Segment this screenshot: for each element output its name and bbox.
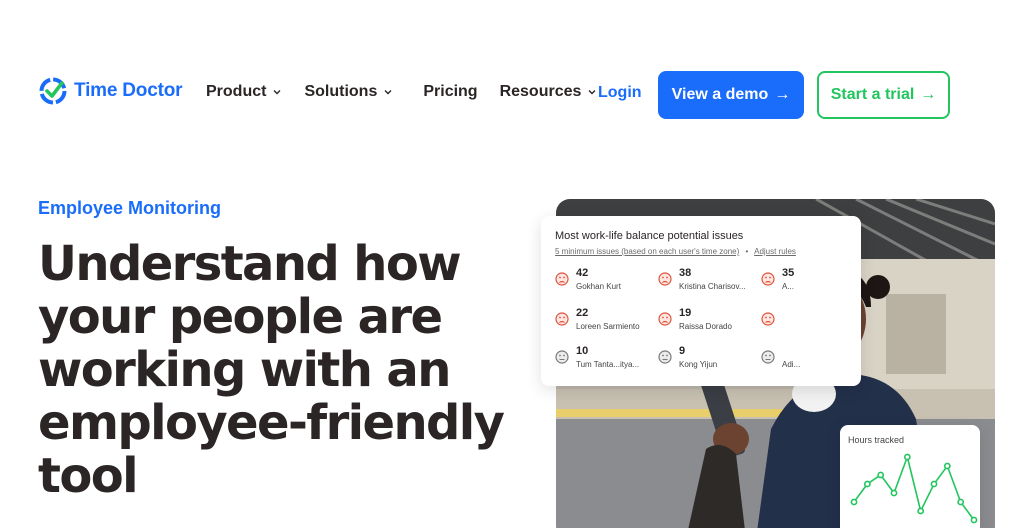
nav-product-label: Product [206, 83, 267, 100]
issue-count: 9 [679, 345, 686, 357]
subtitle-separator: • [745, 247, 749, 256]
nav-pricing-label: Pricing [423, 83, 478, 100]
sad-face-icon [761, 272, 775, 286]
hours-data-point [903, 453, 911, 461]
issue-item [761, 307, 861, 337]
hours-tracked-sparkline [850, 453, 978, 524]
hours-data-point [930, 480, 938, 488]
neutral-face-icon [761, 350, 775, 364]
main-nav: Product Solutions Pricing Resources [206, 83, 619, 101]
issues-card-title: Most work-life balance potential issues [555, 230, 744, 242]
nav-resources[interactable]: Resources [500, 83, 598, 101]
sad-face-icon [555, 312, 569, 326]
chevron-down-icon [273, 90, 281, 95]
nav-solutions[interactable]: Solutions [304, 83, 393, 101]
hours-series-line [853, 454, 975, 521]
issue-item: 19 Raissa Dorado [658, 307, 768, 337]
logo-text: Time Doctor [74, 80, 183, 101]
hours-data-point [917, 507, 925, 515]
nav-resources-label: Resources [499, 83, 582, 100]
work-life-issues-card: Most work-life balance potential issues … [541, 216, 861, 386]
hours-data-point [863, 480, 871, 488]
arrow-right-icon: → [774, 86, 791, 103]
issue-item: 42 Gokhan Kurt [555, 267, 665, 297]
login-link[interactable]: Login [598, 84, 642, 102]
nav-pricing[interactable]: Pricing [423, 83, 477, 101]
issue-count: 42 [576, 267, 589, 279]
issue-item: Adi... [761, 345, 861, 375]
issue-user-name: Kristina Charisov... [679, 282, 746, 291]
issue-item: 10 Tum Tanta...itya... [555, 345, 665, 375]
hours-data-point [957, 498, 965, 506]
site-header: Time Doctor Product Solutions Pricing Re… [0, 0, 1024, 150]
nav-product[interactable]: Product [206, 83, 282, 101]
issue-user-name: Kong Yijun [679, 360, 718, 369]
neutral-face-icon [555, 350, 569, 364]
sad-face-icon [658, 272, 672, 286]
hours-data-point [850, 498, 858, 506]
adjust-rules-link[interactable]: Adjust rules [754, 247, 796, 256]
hours-tracked-card: Hours tracked [840, 425, 980, 528]
start-trial-label: Start a trial [830, 86, 915, 103]
start-trial-button[interactable]: Start a trial → [817, 71, 950, 119]
issue-count: 19 [679, 307, 692, 319]
chevron-down-icon [384, 90, 392, 95]
issue-user-name: Adi... [782, 360, 801, 369]
issue-item: 22 Loreen Sarmiento [555, 307, 665, 337]
time-doctor-logo-icon [39, 77, 67, 105]
issue-count: 38 [679, 267, 692, 279]
issue-user-name: Gokhan Kurt [576, 282, 621, 291]
sad-face-icon [761, 312, 775, 326]
issue-item: 38 Kristina Charisov... [658, 267, 768, 297]
issue-user-name: Tum Tanta...itya... [576, 360, 640, 369]
hours-tracked-title: Hours tracked [848, 435, 905, 445]
hero-eyebrow: Employee Monitoring [38, 198, 222, 218]
hours-data-point [877, 471, 885, 479]
view-demo-button[interactable]: View a demo → [658, 71, 804, 119]
issue-count: 35 [782, 267, 795, 279]
logo-link[interactable]: Time Doctor [38, 76, 183, 106]
hero-headline: Understand how your people are working w… [38, 236, 505, 504]
issue-user-name: Raissa Dorado [679, 322, 732, 331]
hours-data-point [943, 462, 951, 470]
neutral-face-icon [658, 350, 672, 364]
min-issues-link[interactable]: 5 minimum issues (based on each user's t… [555, 247, 739, 256]
hours-data-point [890, 489, 898, 497]
arrow-right-icon: → [920, 86, 937, 103]
issue-count: 22 [576, 307, 589, 319]
issues-card-subtitle: 5 minimum issues (based on each user's t… [555, 247, 796, 256]
sad-face-icon [555, 272, 569, 286]
view-demo-label: View a demo [671, 86, 769, 103]
issue-count: 10 [576, 345, 589, 357]
issue-user-name: Loreen Sarmiento [576, 322, 640, 331]
issue-item: 9 Kong Yijun [658, 345, 768, 375]
issue-item: 35 A... [761, 267, 861, 297]
issue-user-name: A... [782, 282, 795, 291]
chevron-down-icon [588, 90, 596, 95]
nav-solutions-label: Solutions [304, 83, 378, 100]
sad-face-icon [658, 312, 672, 326]
hours-data-point [970, 516, 978, 524]
